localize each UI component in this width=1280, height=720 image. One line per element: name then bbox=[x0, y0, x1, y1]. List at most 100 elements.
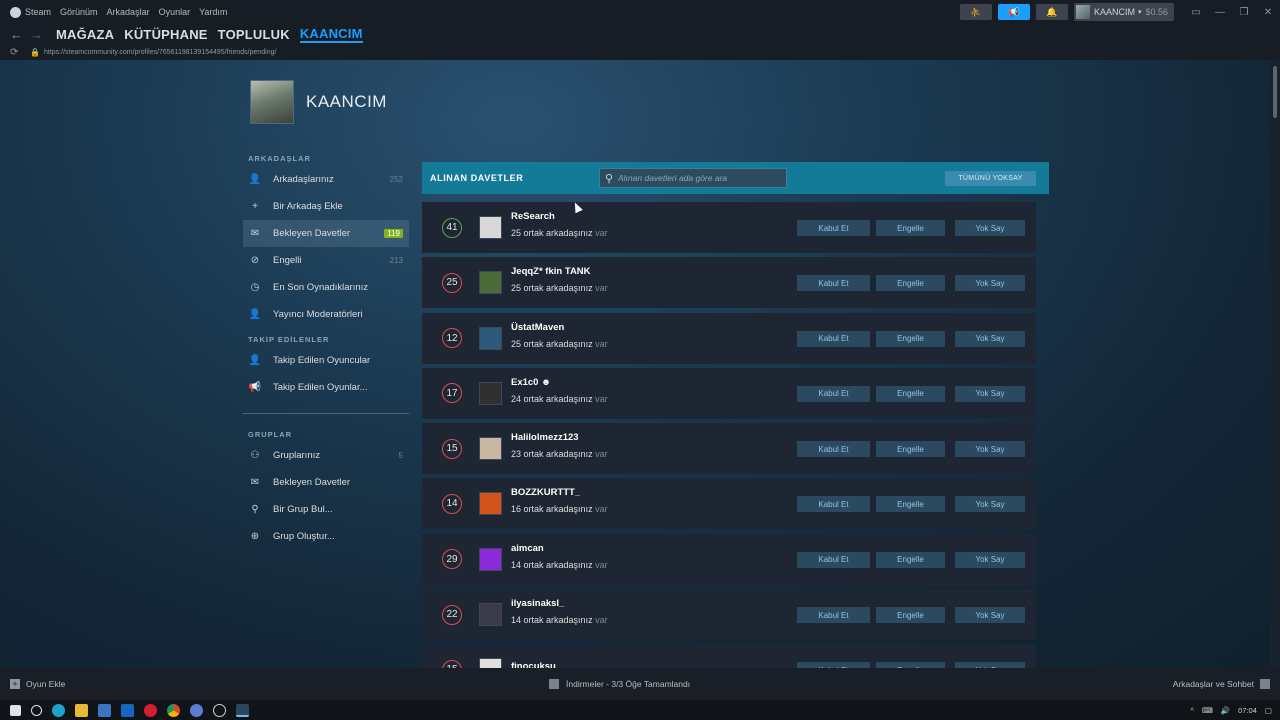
menu-item-friends[interactable]: Arkadaşlar bbox=[107, 7, 150, 17]
avatar[interactable] bbox=[479, 437, 502, 461]
block-button[interactable]: Engelle bbox=[876, 220, 945, 236]
block-button[interactable]: Engelle bbox=[876, 330, 945, 347]
outlook-icon[interactable] bbox=[121, 703, 134, 717]
block-button[interactable]: Engelle bbox=[876, 441, 945, 458]
avatar[interactable] bbox=[479, 492, 502, 516]
ignore-button[interactable]: Yok Say bbox=[955, 330, 1025, 347]
block-button[interactable]: Engelle bbox=[876, 275, 945, 292]
avatar[interactable] bbox=[479, 326, 502, 350]
friends-chat-button[interactable]: Arkadaşlar ve Sohbet bbox=[1173, 679, 1270, 689]
notification-center-icon[interactable]: ▢ bbox=[1265, 706, 1272, 715]
add-game-button[interactable]: + Oyun Ekle bbox=[10, 679, 65, 689]
sidebar-item-create-group[interactable]: ⊕ Grup Oluştur... bbox=[243, 523, 409, 550]
sidebar-item-friends[interactable]: 👤 Arkadaşlarınız 252 bbox=[243, 166, 409, 193]
invite-name[interactable]: ilyasinaksl_ bbox=[511, 598, 608, 609]
avatar[interactable] bbox=[479, 216, 502, 239]
ignore-button[interactable]: Yok Say bbox=[955, 551, 1025, 568]
avatar[interactable] bbox=[479, 271, 502, 295]
ignore-button[interactable]: Yok Say bbox=[955, 496, 1025, 513]
sidebar-item-recently-played[interactable]: ◷ En Son Oynadıklarınız bbox=[243, 274, 409, 301]
invites-search-input[interactable] bbox=[618, 173, 778, 183]
avatar[interactable] bbox=[479, 658, 502, 668]
notifications-button[interactable]: 🔔 bbox=[1035, 4, 1068, 20]
sidebar-item-add-friend[interactable]: + Bir Arkadaş Ekle bbox=[243, 193, 409, 220]
accept-button[interactable]: Kabul Et bbox=[797, 385, 870, 402]
back-arrow-icon[interactable]: ← bbox=[10, 27, 26, 42]
sidebar-item-your-groups[interactable]: ⚇ Gruplarınız 5 bbox=[243, 442, 409, 469]
app-icon[interactable] bbox=[190, 703, 203, 717]
windows-start-icon[interactable] bbox=[10, 704, 21, 716]
accept-button[interactable]: Kabul Et bbox=[797, 551, 870, 568]
menu-item-view[interactable]: Görünüm bbox=[60, 7, 98, 17]
page-scrollbar[interactable] bbox=[1270, 60, 1280, 668]
clock-time[interactable]: 07:04 bbox=[1238, 706, 1257, 715]
sidebar-item-followed-players[interactable]: 👤 Takip Edilen Oyuncular bbox=[243, 347, 409, 374]
avatar[interactable] bbox=[479, 547, 502, 571]
nav-store[interactable]: MAĞAZA bbox=[56, 27, 114, 42]
invite-name[interactable]: aimcan bbox=[511, 543, 608, 554]
accept-button[interactable]: Kabul Et bbox=[797, 607, 870, 624]
menu-item-help[interactable]: Yardım bbox=[199, 7, 227, 17]
sidebar-item-find-group[interactable]: ⚲ Bir Grup Bul... bbox=[243, 496, 409, 523]
file-explorer-icon[interactable] bbox=[75, 703, 88, 717]
edge-icon[interactable] bbox=[52, 703, 65, 717]
nav-library[interactable]: KÜTÜPHANE bbox=[124, 27, 207, 42]
ignore-button[interactable]: Yok Say bbox=[955, 275, 1025, 292]
sidebar-item-group-invites[interactable]: ✉ Bekleyen Davetler bbox=[243, 469, 409, 496]
accept-button[interactable]: Kabul Et bbox=[797, 275, 870, 292]
menu-item-games[interactable]: Oyunlar bbox=[159, 7, 191, 17]
account-menu[interactable]: KAANCIM ▾ $0.56 bbox=[1073, 3, 1174, 21]
profile-avatar[interactable] bbox=[250, 80, 294, 124]
invite-name[interactable]: ÜstatMaven bbox=[511, 322, 608, 333]
announcements-button[interactable]: 📢 bbox=[997, 4, 1030, 20]
invite-name[interactable]: finocuksu bbox=[511, 661, 556, 668]
screen-icon[interactable]: ▭ bbox=[1184, 7, 1208, 18]
url-text[interactable]: https://steamcommunity.com/profiles/7656… bbox=[44, 49, 276, 56]
avatar[interactable] bbox=[479, 381, 502, 405]
keyboard-icon[interactable]: ⌨ bbox=[1202, 706, 1213, 715]
profile-name[interactable]: KAANCIM bbox=[306, 92, 387, 112]
avatar[interactable] bbox=[479, 603, 502, 627]
steam-taskbar-icon[interactable] bbox=[236, 703, 249, 717]
speaker-icon[interactable]: 🔊 bbox=[1221, 706, 1230, 715]
reload-icon[interactable]: ⟳ bbox=[10, 47, 24, 58]
block-button[interactable]: Engelle bbox=[876, 385, 945, 402]
sidebar-item-broadcast-moderators[interactable]: 👤 Yayıncı Moderatörleri bbox=[243, 301, 409, 328]
nav-profile[interactable]: KAANCIM bbox=[299, 26, 363, 43]
big-picture-button[interactable]: ⛹ bbox=[959, 4, 992, 20]
search-icon[interactable] bbox=[31, 704, 42, 716]
chrome-icon[interactable] bbox=[167, 703, 180, 717]
ignore-button[interactable]: Yok Say bbox=[955, 385, 1025, 402]
downloads-status[interactable]: İndirmeler - 3/3 Öğe Tamamlandı bbox=[549, 679, 690, 689]
opera-icon[interactable] bbox=[144, 703, 157, 717]
accept-button[interactable]: Kabul Et bbox=[797, 220, 870, 236]
invite-name[interactable]: Halilolmezz123 bbox=[511, 432, 608, 443]
ignore-all-button[interactable]: TÜMÜNÜ YOKSAY bbox=[945, 171, 1036, 186]
nav-community[interactable]: TOPLULUK bbox=[218, 27, 290, 42]
clock-app-icon[interactable] bbox=[213, 703, 226, 717]
accept-button[interactable]: Kabul Et bbox=[797, 330, 870, 347]
sidebar-item-followed-games[interactable]: 📢 Takip Edilen Oyunlar... bbox=[243, 374, 409, 401]
invite-name[interactable]: BOZZKURTTT_ bbox=[511, 487, 608, 498]
minimize-icon[interactable]: — bbox=[1208, 7, 1232, 18]
sidebar-item-pending-invites[interactable]: ✉ Bekleyen Davetler 119 bbox=[243, 220, 409, 247]
restore-icon[interactable]: ❐ bbox=[1232, 7, 1256, 18]
invite-name[interactable]: JeqqZ* fkin TANK bbox=[511, 266, 608, 277]
chevron-up-icon[interactable]: ^ bbox=[1190, 706, 1194, 715]
block-button[interactable]: Engelle bbox=[876, 551, 945, 568]
block-button[interactable]: Engelle bbox=[876, 496, 945, 513]
sidebar-item-blocked[interactable]: ⊘ Engelli 213 bbox=[243, 247, 409, 274]
ignore-button[interactable]: Yok Say bbox=[955, 220, 1025, 236]
scrollbar-thumb[interactable] bbox=[1273, 66, 1277, 118]
invite-name[interactable]: Ex1c0 ☻ bbox=[511, 377, 608, 388]
forward-arrow-icon[interactable]: → bbox=[30, 27, 46, 42]
block-button[interactable]: Engelle bbox=[876, 607, 945, 624]
store-icon[interactable] bbox=[98, 703, 111, 717]
close-icon[interactable]: ✕ bbox=[1256, 7, 1280, 18]
ignore-button[interactable]: Yok Say bbox=[955, 441, 1025, 458]
accept-button[interactable]: Kabul Et bbox=[797, 496, 870, 513]
accept-button[interactable]: Kabul Et bbox=[797, 441, 870, 458]
invite-name[interactable]: ReSearch bbox=[511, 211, 608, 222]
menu-item-steam[interactable]: Steam bbox=[25, 7, 51, 17]
ignore-button[interactable]: Yok Say bbox=[955, 607, 1025, 624]
